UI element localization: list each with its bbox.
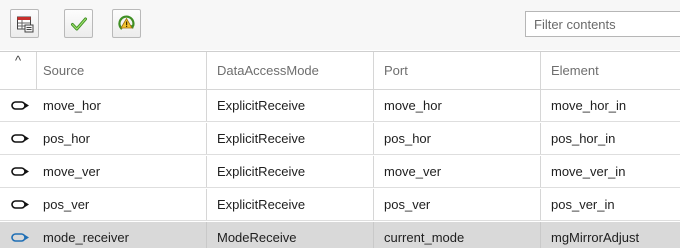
mode-cell[interactable]: ExplicitReceive — [207, 123, 374, 154]
mode-port-icon — [11, 232, 31, 244]
source-cell[interactable]: move_hor — [37, 90, 207, 121]
table-row[interactable]: move_ver ExplicitReceive move_ver move_v… — [0, 156, 680, 188]
port-icon — [11, 100, 31, 112]
source-cell[interactable]: mode_receiver — [37, 222, 207, 248]
update-button[interactable] — [112, 9, 141, 38]
element-cell[interactable]: move_ver_in — [541, 156, 680, 187]
sort-caret-icon: ^ — [14, 53, 22, 68]
mapping-table: ^ Source DataAccessMode Port Element mov… — [0, 51, 680, 248]
table-view-icon — [16, 15, 34, 33]
table-row[interactable]: move_hor ExplicitReceive move_hor move_h… — [0, 90, 680, 122]
port-cell[interactable]: pos_hor — [374, 123, 541, 154]
table-row[interactable]: pos_ver ExplicitReceive pos_ver pos_ver_… — [0, 189, 680, 221]
element-cell[interactable]: mgMirrorAdjust — [541, 222, 680, 248]
table-row[interactable]: pos_hor ExplicitReceive pos_hor pos_hor_… — [0, 123, 680, 155]
mode-cell[interactable]: ExplicitReceive — [207, 189, 374, 220]
validate-button[interactable] — [64, 9, 93, 38]
table-header: ^ Source DataAccessMode Port Element — [0, 52, 680, 90]
mode-cell[interactable]: ExplicitReceive — [207, 156, 374, 187]
checkmark-icon — [70, 15, 88, 33]
sort-column-header[interactable]: ^ — [0, 52, 37, 89]
toolbar — [0, 0, 680, 50]
port-cell[interactable]: current_mode — [374, 222, 541, 248]
column-header-dataaccessmode[interactable]: DataAccessMode — [207, 52, 374, 89]
filter-input[interactable] — [525, 11, 680, 37]
source-cell[interactable]: pos_hor — [37, 123, 207, 154]
element-cell[interactable]: pos_ver_in — [541, 189, 680, 220]
column-header-element[interactable]: Element — [541, 52, 680, 89]
port-icon — [11, 133, 31, 145]
source-cell[interactable]: pos_ver — [37, 189, 207, 220]
port-icon — [11, 199, 31, 211]
port-cell[interactable]: move_ver — [374, 156, 541, 187]
element-cell[interactable]: pos_hor_in — [541, 123, 680, 154]
column-header-port[interactable]: Port — [374, 52, 541, 89]
mode-cell[interactable]: ModeReceive — [207, 222, 374, 248]
element-cell[interactable]: move_hor_in — [541, 90, 680, 121]
mode-cell[interactable]: ExplicitReceive — [207, 90, 374, 121]
table-view-button[interactable] — [10, 9, 39, 38]
column-header-source[interactable]: Source — [37, 52, 207, 89]
source-cell[interactable]: move_ver — [37, 156, 207, 187]
table-row-selected[interactable]: mode_receiver ModeReceive current_mode m… — [0, 222, 680, 248]
port-icon — [11, 166, 31, 178]
port-cell[interactable]: pos_ver — [374, 189, 541, 220]
warning-refresh-icon — [117, 14, 137, 34]
port-cell[interactable]: move_hor — [374, 90, 541, 121]
